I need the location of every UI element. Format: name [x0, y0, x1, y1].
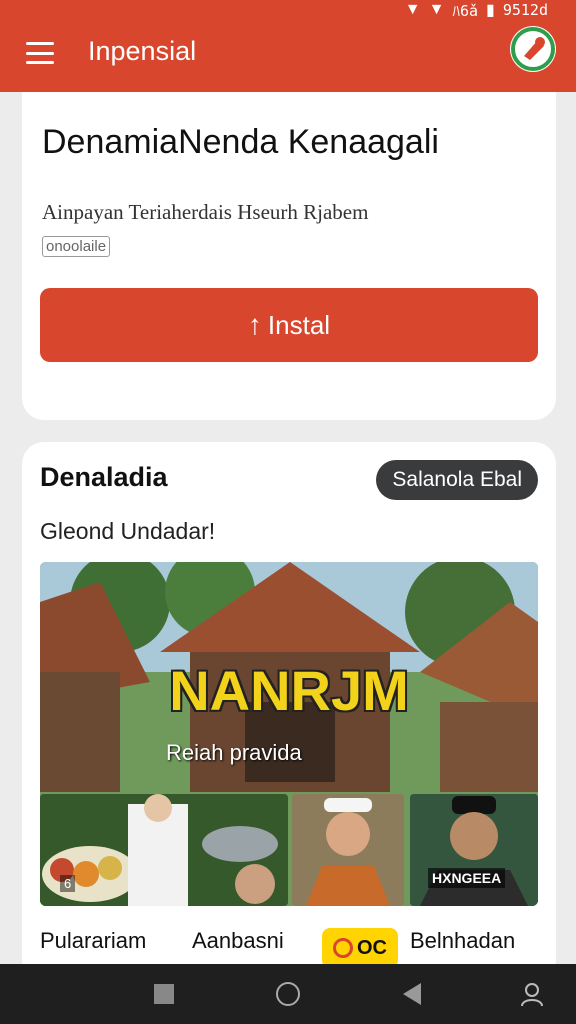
status-time: 9512d	[502, 1, 548, 19]
recents-button[interactable]	[148, 978, 180, 1010]
home-button[interactable]	[272, 978, 304, 1010]
circle-icon	[276, 982, 300, 1006]
fruit-photo	[40, 794, 288, 906]
system-nav-bar	[0, 964, 576, 1024]
section-subtitle: Gleond Undadar!	[40, 518, 216, 544]
view-all-button[interactable]: Salanola Ebal	[376, 460, 538, 500]
menu-icon[interactable]	[26, 42, 54, 64]
app-bar: Inpensial	[0, 20, 576, 92]
section-title: Denaladia	[40, 462, 168, 492]
square-icon	[154, 984, 174, 1004]
app-title: Inpensial	[88, 36, 197, 66]
thumbnail-overlay-text: HXNGEEA	[428, 868, 506, 888]
app-subtitle: Ainpayan Teriaherdais Hseurh Rjabem	[42, 200, 369, 224]
app-tag: onoolaile	[42, 236, 111, 257]
install-card: DenamiaNenda Kenaagali Ainpayan Teriaher…	[22, 92, 556, 420]
install-button[interactable]: ↑ Instal	[40, 288, 538, 362]
back-button[interactable]	[396, 978, 428, 1010]
battery-icon: ▮	[486, 2, 495, 19]
wifi-icon: ▼	[404, 1, 421, 18]
status-bar: ▼ ▼ ﾊ6ǎ ▮ 9512d	[0, 0, 576, 20]
featured-section: Denaladia Salanola Ebal Gleond Undadar! …	[22, 442, 556, 982]
thumbnail-man[interactable]: HXNGEEA	[410, 794, 538, 906]
category-item-2[interactable]: Aanbasni	[192, 928, 284, 954]
ring-icon	[333, 938, 353, 958]
category-item-4[interactable]: Belnhadan	[410, 928, 515, 954]
status-icons: ▼ ▼ ﾊ6ǎ ▮ 9512d	[405, 0, 548, 20]
signal-icon: ▼	[428, 1, 445, 18]
man-photo	[410, 794, 538, 906]
thumbnail-person[interactable]	[292, 794, 404, 906]
thumbnail-fruit[interactable]: 6	[40, 794, 288, 906]
hero-caption: Reiah pravida	[166, 740, 302, 765]
install-label: Instal	[267, 309, 331, 340]
carrier-text: ﾊ6ǎ	[452, 1, 479, 20]
user-icon	[521, 983, 543, 1007]
thumbnail-overlay: 6	[60, 875, 76, 892]
category-item-1[interactable]: Pularariam	[40, 928, 146, 954]
category-badge-label: OC	[357, 936, 387, 959]
app-headline: DenamiaNenda Kenaagali	[42, 123, 439, 161]
hero-banner[interactable]: NANRJM Reiah pravida 6 HXNGEEA	[40, 562, 538, 906]
profile-button[interactable]	[516, 978, 548, 1010]
hero-title: NANRJM	[169, 659, 409, 722]
brand-logo-icon[interactable]	[510, 26, 556, 72]
person-photo	[292, 794, 404, 906]
upload-arrow-icon: ↑	[247, 309, 262, 340]
back-triangle-icon	[403, 983, 421, 1005]
category-badge[interactable]: OC	[322, 928, 398, 968]
